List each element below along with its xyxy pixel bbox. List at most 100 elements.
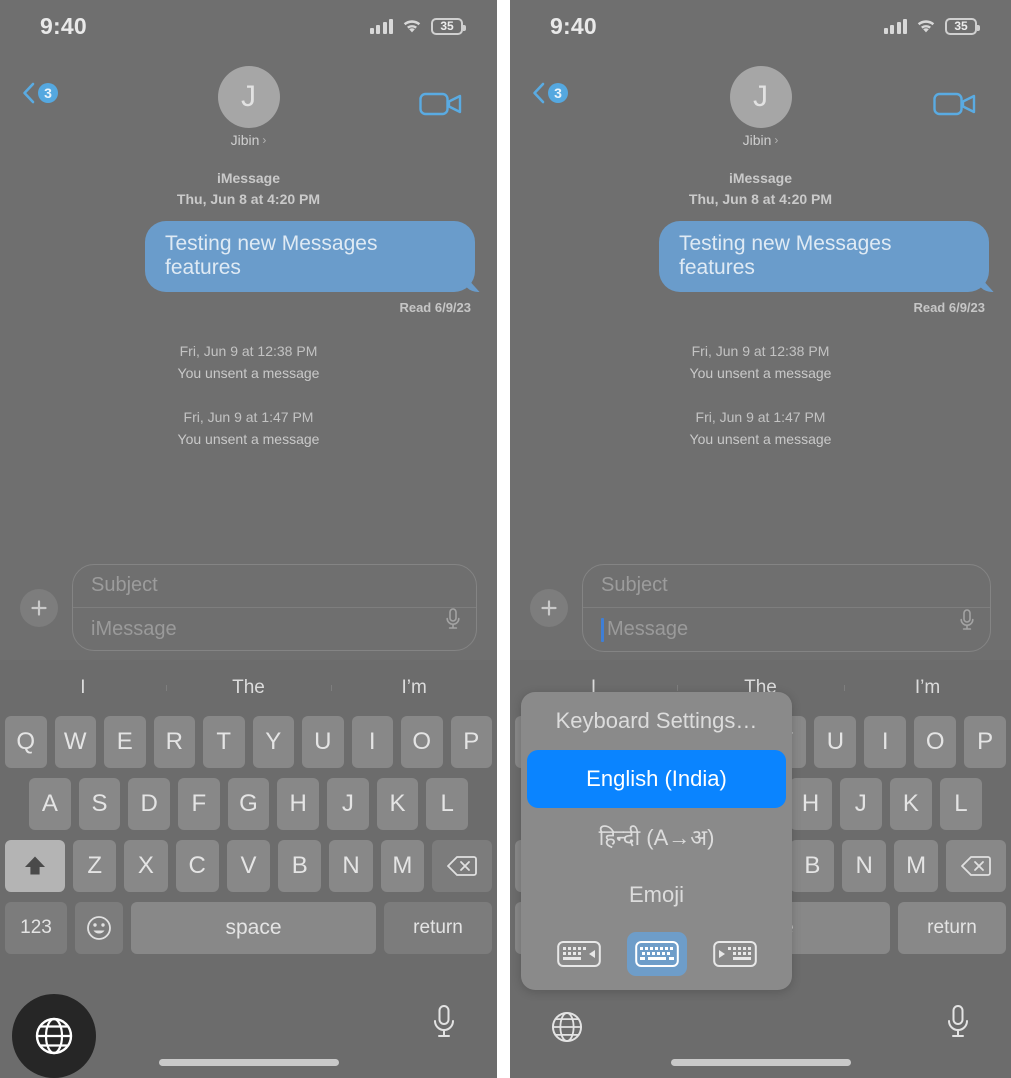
- facetime-button[interactable]: [933, 90, 977, 123]
- key-h[interactable]: H: [277, 778, 320, 830]
- text-entry-field[interactable]: Subject iMessage: [72, 564, 477, 651]
- key-k[interactable]: K: [376, 778, 419, 830]
- backspace-key[interactable]: [946, 840, 1007, 892]
- popup-item-hindi[interactable]: हिन्दी (A→अ): [521, 808, 792, 866]
- subject-input[interactable]: Subject: [91, 574, 460, 597]
- message-input-row[interactable]: Message: [601, 617, 974, 642]
- status-icons: 35: [883, 17, 980, 35]
- return-key[interactable]: return: [384, 902, 492, 954]
- backspace-key[interactable]: [431, 840, 492, 892]
- suggestion-0[interactable]: I: [0, 677, 166, 699]
- keyboard-dock-left-icon[interactable]: [549, 932, 609, 976]
- text-caret: [601, 617, 604, 642]
- popup-item-keyboard-settings[interactable]: Keyboard Settings…: [521, 692, 792, 750]
- suggestion-2[interactable]: I’m: [844, 677, 1011, 699]
- key-v[interactable]: V: [226, 840, 271, 892]
- key-s[interactable]: S: [78, 778, 121, 830]
- key-o[interactable]: O: [401, 716, 443, 768]
- key-i[interactable]: I: [864, 716, 907, 768]
- key-b[interactable]: B: [790, 840, 835, 892]
- facetime-button[interactable]: [419, 90, 463, 123]
- key-l[interactable]: L: [426, 778, 469, 830]
- space-key[interactable]: space: [131, 902, 376, 954]
- dictation-button-bottom[interactable]: [945, 1004, 971, 1045]
- text-entry-field[interactable]: Subject Message: [582, 563, 991, 652]
- dictation-button[interactable]: [444, 607, 462, 636]
- key-e[interactable]: E: [104, 716, 146, 768]
- emoji-key[interactable]: [75, 902, 123, 954]
- status-time: 9:40: [40, 12, 87, 39]
- key-o[interactable]: O: [914, 716, 957, 768]
- popup-item-emoji[interactable]: Emoji: [521, 866, 792, 924]
- key-r[interactable]: R: [153, 716, 195, 768]
- phone-panel-left: 9:40 35 3 J Jibin › iMessage Thu, Jun 8 …: [0, 0, 497, 1078]
- dictation-button-bottom[interactable]: [431, 1004, 457, 1045]
- message-bubble-sent[interactable]: Testing new Messages features: [659, 221, 989, 293]
- keyboard-row-3: Z X C V B N M: [0, 840, 497, 892]
- key-f[interactable]: F: [178, 778, 220, 830]
- key-g[interactable]: G: [227, 778, 270, 830]
- key-b[interactable]: B: [278, 840, 322, 892]
- key-m[interactable]: M: [894, 840, 939, 892]
- globe-button[interactable]: [548, 1008, 586, 1051]
- key-j[interactable]: J: [327, 778, 369, 830]
- keyboard-row-1: Q W E R T Y U I O P: [0, 716, 497, 768]
- key-p[interactable]: P: [964, 716, 1007, 768]
- key-q[interactable]: Q: [5, 716, 47, 768]
- contact-header[interactable]: J Jibin ›: [217, 66, 280, 148]
- globe-button-highlighted[interactable]: [12, 994, 96, 1078]
- keyboard-bottom-bar: [0, 990, 497, 1078]
- key-i[interactable]: I: [351, 716, 393, 768]
- unsent-event-2: Fri, Jun 9 at 1:47 PM You unsent a messa…: [532, 409, 989, 447]
- message-composer: Subject Message: [510, 555, 1011, 660]
- unsent-text: You unsent a message: [689, 431, 832, 448]
- key-x[interactable]: X: [124, 840, 168, 892]
- key-w[interactable]: W: [54, 716, 96, 768]
- key-m[interactable]: M: [380, 840, 424, 892]
- key-k[interactable]: K: [889, 778, 932, 830]
- keyboard-dock-right-icon[interactable]: [705, 932, 765, 976]
- key-z[interactable]: Z: [73, 840, 117, 892]
- message-bubble-sent[interactable]: Testing new Messages features: [145, 221, 475, 293]
- message-input-row[interactable]: iMessage: [91, 618, 460, 641]
- suggestion-2[interactable]: I’m: [331, 677, 497, 699]
- message-input[interactable]: Message: [607, 618, 688, 641]
- suggestion-1[interactable]: The: [165, 677, 332, 699]
- popup-item-english-india[interactable]: English (India): [527, 750, 786, 808]
- wifi-icon: [402, 19, 422, 34]
- key-d[interactable]: D: [128, 778, 170, 830]
- back-button[interactable]: 3: [532, 82, 568, 104]
- key-u[interactable]: U: [814, 716, 857, 768]
- key-n[interactable]: N: [329, 840, 373, 892]
- add-attachment-button[interactable]: [20, 588, 58, 627]
- key-p[interactable]: P: [450, 716, 492, 768]
- service-label: iMessage: [216, 170, 281, 186]
- keyboard-dock-full-icon[interactable]: [626, 932, 687, 976]
- chevron-right-icon: ›: [262, 133, 267, 147]
- return-key[interactable]: return: [898, 902, 1006, 954]
- emoji-smiley-icon: [87, 916, 111, 940]
- message-row-sent: Testing new Messages features: [532, 221, 989, 293]
- back-button[interactable]: 3: [22, 82, 58, 104]
- service-label: iMessage: [728, 170, 793, 186]
- shift-key[interactable]: [5, 840, 66, 892]
- dictation-button[interactable]: [958, 608, 976, 637]
- message-row-sent: Testing new Messages features: [22, 221, 475, 293]
- key-a[interactable]: A: [28, 778, 71, 830]
- subject-input[interactable]: Subject: [601, 574, 974, 597]
- key-u[interactable]: U: [302, 716, 344, 768]
- key-j[interactable]: J: [839, 778, 882, 830]
- key-y[interactable]: Y: [252, 716, 294, 768]
- numbers-key[interactable]: 123: [5, 902, 67, 954]
- key-n[interactable]: N: [842, 840, 887, 892]
- key-t[interactable]: T: [203, 716, 245, 768]
- add-attachment-button[interactable]: [530, 588, 568, 627]
- keyboard-language-popup: Keyboard Settings… English (India) हिन्द…: [521, 692, 792, 990]
- key-l[interactable]: L: [939, 778, 982, 830]
- chevron-right-icon: ›: [774, 133, 779, 147]
- contact-header[interactable]: J Jibin ›: [729, 66, 792, 148]
- message-input[interactable]: iMessage: [91, 618, 177, 641]
- predictive-suggestion-bar: I The I’m: [0, 660, 497, 716]
- key-c[interactable]: C: [175, 840, 219, 892]
- key-h[interactable]: H: [789, 778, 832, 830]
